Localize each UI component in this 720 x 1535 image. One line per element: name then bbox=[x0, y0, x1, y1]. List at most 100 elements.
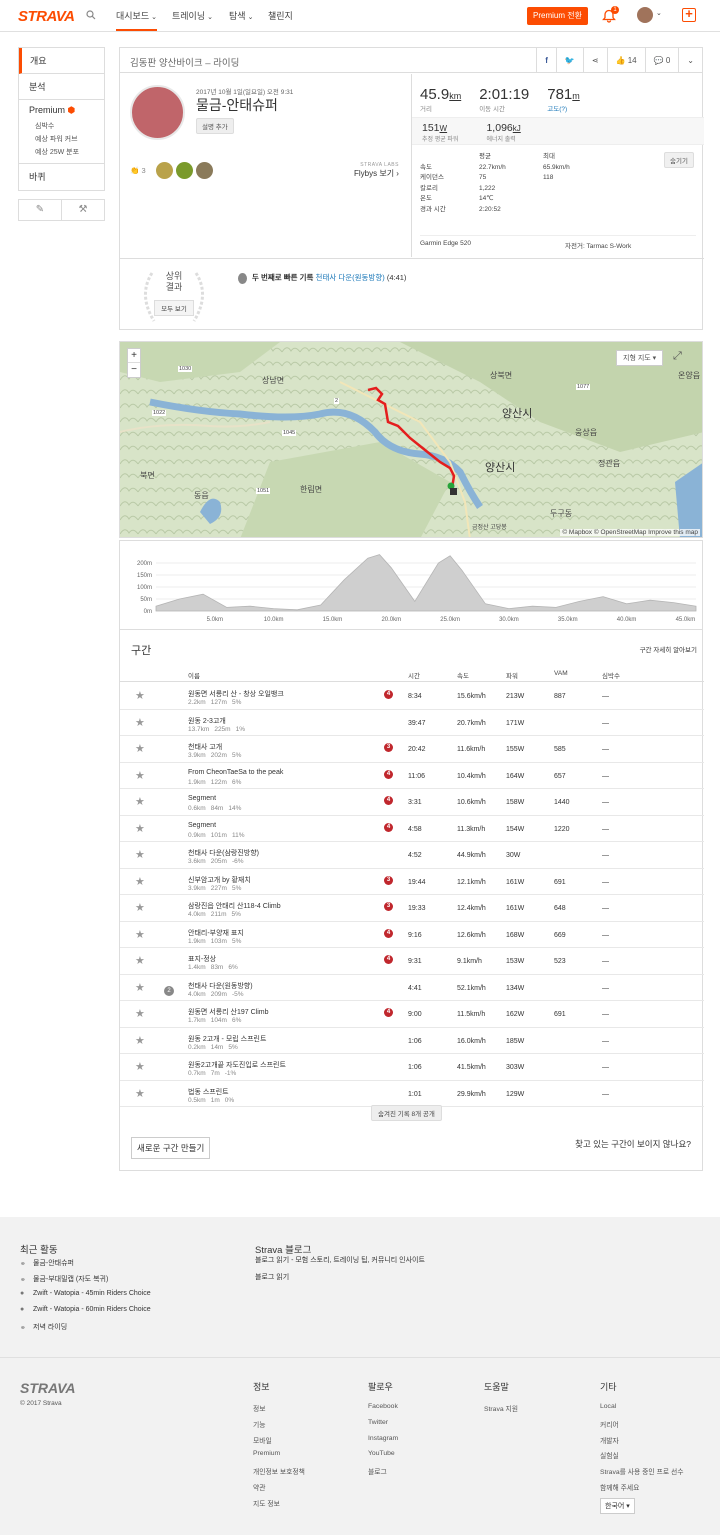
star-icon[interactable]: ★ bbox=[135, 954, 145, 967]
more-menu-button[interactable]: ⌄ bbox=[678, 48, 702, 73]
recent-activity-item[interactable]: ⚭ 물금-안태슈퍼 bbox=[20, 1258, 74, 1268]
segment-row[interactable]: ★ 안태리-부양재 표지 1.9km 103m 5% 4 9:16 12.6km/h 168W 6… bbox=[120, 922, 704, 948]
hide-stats-button[interactable]: 숨기기 bbox=[664, 152, 694, 168]
segment-row[interactable]: ★ 법동 스프린트 0.5km 1m 0% 1:01 29.9km/h 129W — bbox=[120, 1081, 704, 1107]
chevron-down-icon[interactable]: ⌄ bbox=[656, 9, 662, 17]
star-icon[interactable]: ★ bbox=[135, 875, 145, 888]
language-select[interactable]: 한국어 ▾ bbox=[600, 1497, 635, 1514]
footer-link[interactable]: Twitter bbox=[368, 1419, 398, 1435]
segment-name-link[interactable]: 삼랑진읍 안태리 산118-4 Climb bbox=[188, 901, 281, 911]
map-attribution[interactable]: © Mapbox © OpenStreetMap Improve this ma… bbox=[560, 529, 700, 536]
wrench-icon[interactable]: ⚒ bbox=[62, 200, 104, 220]
segment-name-link[interactable]: 원동면 서룡리 산 - 창상 오일뱅크 bbox=[188, 689, 284, 699]
nav-explore[interactable]: 탐색 ⌄ bbox=[229, 9, 253, 22]
sidebar-item-heartrate[interactable]: 심박수 bbox=[19, 120, 104, 133]
read-blog-link[interactable]: 블로그 읽기 bbox=[255, 1272, 289, 1282]
segment-name-link[interactable]: From CheonTaeSa to the peak bbox=[188, 769, 283, 776]
footer-link[interactable]: Instagram bbox=[368, 1435, 398, 1451]
segments-learn-more-link[interactable]: 구간 자세히 알아보기 bbox=[640, 644, 697, 654]
segment-row[interactable]: ★ 신부암고개 by 황재치 3.9km 227m 5% 3 19:44 12.1km/h 16… bbox=[120, 869, 704, 895]
star-icon[interactable]: ★ bbox=[135, 795, 145, 808]
star-icon[interactable]: ★ bbox=[135, 928, 145, 941]
segment-row[interactable]: ★ 천태사 다운(삼랑진방향) 3.6km 205m -6% 4:52 44.9km/h 30… bbox=[120, 842, 704, 869]
sidebar-item-overview[interactable]: 개요 bbox=[19, 48, 104, 74]
segment-row[interactable]: ★ 삼랑진읍 안태리 산118-4 Climb 4.0km 211m 5% 3 19:33 1… bbox=[120, 895, 704, 922]
star-icon[interactable]: ★ bbox=[135, 742, 145, 755]
avatar[interactable] bbox=[156, 162, 173, 179]
create-segment-button[interactable]: 새로운 구간 만들기 bbox=[131, 1137, 211, 1159]
segment-row[interactable]: ★ 원동면 서룡리 산 - 창상 오일뱅크 2.2km 127m 5% 4 8:34 15.6… bbox=[120, 683, 704, 710]
star-icon[interactable]: ★ bbox=[135, 769, 145, 782]
avatar[interactable] bbox=[196, 162, 213, 179]
nav-training[interactable]: 트레이닝 ⌄ bbox=[172, 9, 213, 22]
recent-activity-item[interactable]: ⚭ 저녁 라이딩 bbox=[20, 1322, 67, 1332]
footer-link[interactable]: 개인정보 보호정책 bbox=[253, 1466, 305, 1482]
segment-name-link[interactable]: 원동 2-3고개 bbox=[188, 716, 226, 726]
footer-link[interactable]: 모바일 bbox=[253, 1435, 305, 1451]
nav-challenges[interactable]: 챌린지 bbox=[268, 9, 293, 22]
nav-dashboard[interactable]: 대시보드 ⌄ bbox=[116, 9, 157, 31]
twitter-share-icon[interactable]: 🐦 bbox=[555, 48, 583, 73]
edit-icon[interactable]: ✎ bbox=[19, 200, 62, 220]
user-avatar[interactable] bbox=[637, 7, 653, 23]
star-icon[interactable]: ★ bbox=[135, 1087, 145, 1100]
segment-row[interactable]: ★ 2 천태사 다운(원동방향) 4.0km 209m -5% 4:41 52.1km/h 13… bbox=[120, 975, 704, 1001]
fullscreen-icon[interactable]: ⤢ bbox=[673, 350, 687, 364]
footer-link[interactable]: Strava 지원 bbox=[484, 1403, 518, 1419]
footer-link[interactable]: Facebook bbox=[368, 1403, 398, 1419]
star-icon[interactable]: ★ bbox=[135, 822, 145, 835]
segment-row[interactable]: ★ From CheonTaeSa to the peak 1.9km 122m 6% 4… bbox=[120, 763, 704, 789]
footer-link[interactable]: 기능 bbox=[253, 1419, 305, 1435]
footer-link[interactable]: 커리어 bbox=[600, 1419, 683, 1435]
add-activity-button[interactable]: + bbox=[682, 7, 696, 22]
search-icon[interactable] bbox=[86, 10, 96, 20]
footer-link[interactable]: 함께해 주세요 bbox=[600, 1482, 683, 1498]
show-hidden-efforts-button[interactable]: 숨겨진 기록 8개 공개 bbox=[371, 1105, 442, 1121]
segment-row[interactable]: ★ 표지-정상 1.4km 83m 6% 4 9:31 9.1km/h 153W 523 — bbox=[120, 948, 704, 975]
recent-activity-item[interactable]: ⚭ 물금-부대밀캡 (자도 복귀) bbox=[20, 1274, 108, 1284]
segment-row[interactable]: ★ Segment 0.6km 84m 14% 4 3:31 10.6km/h 158W 1440… bbox=[120, 789, 704, 816]
segment-name-link[interactable]: 천태사 다운(원동방향) bbox=[188, 981, 253, 991]
sidebar-item-bike[interactable]: 바퀴 bbox=[19, 164, 104, 190]
flybys-link[interactable]: STRAVA LABS Flybys 보기 › bbox=[354, 162, 399, 179]
elevation-chart[interactable]: 200m 150m 100m 50m 0m 5.0km 10.0km 15.0km 20.0km… bbox=[119, 540, 703, 630]
strava-logo[interactable]: STRAVA bbox=[18, 8, 75, 25]
star-icon[interactable]: ★ bbox=[135, 848, 145, 861]
segment-name-link[interactable]: 신부암고개 by 황재치 bbox=[188, 875, 251, 885]
footer-link[interactable]: 실험실 bbox=[600, 1450, 683, 1466]
sidebar-item-analysis[interactable]: 분석 bbox=[19, 74, 104, 100]
star-icon[interactable]: ★ bbox=[135, 689, 145, 702]
star-icon[interactable]: ★ bbox=[135, 901, 145, 914]
kudos-count[interactable]: 👏 3 bbox=[130, 166, 146, 175]
route-map[interactable]: + − 지형 지도 ▾ ⤢ 상북면 온양읍 양산시 양산시 상남면 웅상읍 북면… bbox=[119, 341, 703, 538]
footer-link[interactable]: Local bbox=[600, 1403, 683, 1419]
footer-link[interactable]: 블로그 bbox=[368, 1466, 398, 1482]
facebook-share-icon[interactable]: f bbox=[536, 48, 556, 73]
footer-link[interactable]: 약관 bbox=[253, 1482, 305, 1498]
recent-activity-item[interactable]: ● Zwift - Watopia - 60min Riders Choice bbox=[20, 1306, 151, 1313]
athlete-avatar[interactable] bbox=[130, 85, 185, 140]
footer-link[interactable]: 지도 정보 bbox=[253, 1498, 305, 1514]
segment-name-link[interactable]: 천태사 고개 bbox=[188, 742, 222, 752]
sidebar-item-power-dist[interactable]: 예상 25W 분포 bbox=[19, 146, 104, 159]
segment-name-link[interactable]: 천태사 다운(삼랑진방향) bbox=[188, 848, 259, 858]
segment-name-link[interactable]: 법동 스프린트 bbox=[188, 1087, 229, 1097]
segment-name-link[interactable]: 표지-정상 bbox=[188, 954, 216, 964]
kudos-button[interactable]: 👍 14 bbox=[606, 48, 645, 73]
recent-activity-item[interactable]: ● Zwift - Watopia - 45min Riders Choice bbox=[20, 1290, 151, 1297]
sidebar-item-power-curve[interactable]: 예상 파워 커브 bbox=[19, 133, 104, 146]
comment-button[interactable]: 💬 0 bbox=[644, 48, 679, 73]
segment-name-link[interactable]: Segment bbox=[188, 795, 216, 802]
segment-link[interactable]: 천태사 다운(원동방향) bbox=[316, 273, 385, 282]
segment-row[interactable]: ★ 원동2고개끝 자도진입로 스프린트 0.7km 7m -1% 1:06 41.5km/h… bbox=[120, 1054, 704, 1081]
elevation-help-link[interactable]: 고도(?) bbox=[547, 103, 580, 113]
footer-logo[interactable]: STRAVA bbox=[20, 1380, 75, 1396]
footer-link[interactable]: 개발자 bbox=[600, 1435, 683, 1451]
star-icon[interactable]: ★ bbox=[135, 716, 145, 729]
premium-upgrade-button[interactable]: Premium 전환 bbox=[527, 7, 588, 25]
zoom-in-button[interactable]: + bbox=[128, 349, 140, 363]
footer-link[interactable]: 정보 bbox=[253, 1403, 305, 1419]
segment-row[interactable]: ★ 원동 2-3고개 13.7km 225m 1% 39:47 20.7km/h 171W — bbox=[120, 710, 704, 736]
segment-name-link[interactable]: 원동2고개끝 자도진입로 스프린트 bbox=[188, 1060, 286, 1070]
segment-name-link[interactable]: 원동 2고개 - 모립 스프린트 bbox=[188, 1034, 266, 1044]
